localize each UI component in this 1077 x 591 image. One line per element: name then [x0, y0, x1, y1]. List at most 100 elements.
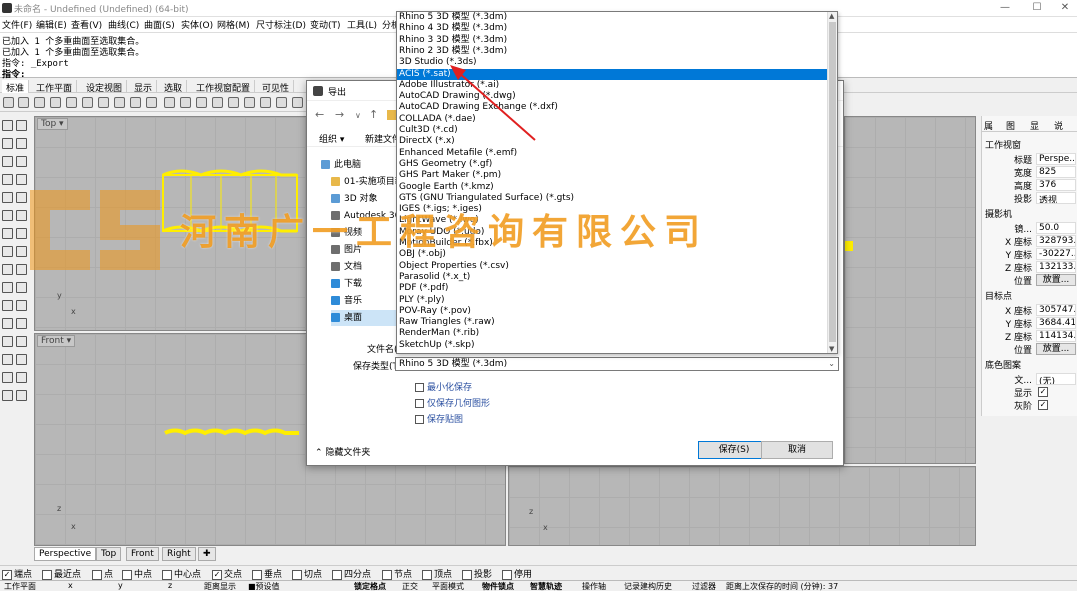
tab-help[interactable]: 说 [1054, 119, 1063, 132]
status-item[interactable]: 正交 [402, 581, 418, 591]
target-place-button[interactable]: 放置... [1036, 343, 1076, 355]
tab-select[interactable]: 选取 [160, 80, 188, 94]
wallpaper-show-checkbox[interactable]: ✓ [1038, 387, 1048, 397]
up-arrow-icon[interactable]: ↑ [369, 108, 378, 121]
checkbox[interactable] [382, 569, 392, 580]
zoom-selected-icon[interactable] [228, 97, 239, 108]
menu-mesh[interactable]: 网格(M) [217, 18, 250, 31]
cut-icon[interactable] [82, 97, 93, 108]
menu-file[interactable]: 文件(F) [2, 18, 32, 31]
osnap-item[interactable]: 停用 [502, 567, 532, 580]
line-icon[interactable] [2, 138, 13, 149]
zoom-extents-icon[interactable] [212, 97, 223, 108]
checkbox[interactable] [415, 415, 424, 424]
geometry-only-option[interactable]: 仅保存几何图形 [415, 396, 490, 409]
rotate-view-icon[interactable] [164, 97, 175, 108]
dropdown-option[interactable]: POV-Ray (*.pov) [397, 306, 827, 317]
nav-item[interactable]: 桌面 [331, 310, 396, 326]
wallpaper-gray-checkbox[interactable]: ✓ [1038, 400, 1048, 410]
width-field[interactable]: 825 [1036, 166, 1076, 178]
dimension-icon[interactable] [16, 336, 27, 347]
add-viewport-tab[interactable]: ✚ [198, 547, 216, 561]
filetype-select[interactable]: Rhino 5 3D 模型 (*.3dm) ⌄ [395, 357, 839, 371]
nav-item[interactable]: 下载 [331, 276, 396, 292]
new-icon[interactable] [3, 97, 14, 108]
surface-icon[interactable] [2, 210, 13, 221]
checkbox[interactable] [422, 569, 432, 580]
scroll-down-icon[interactable]: ▼ [829, 345, 834, 353]
osnap-item[interactable]: 投影 [462, 567, 492, 580]
target-y-field[interactable]: 3684.416 [1036, 317, 1076, 329]
status-item[interactable]: 物件锁点 [482, 581, 514, 591]
osnap-item[interactable]: 节点 [382, 567, 412, 580]
grid-icon[interactable] [260, 97, 271, 108]
move-icon[interactable] [2, 264, 13, 275]
menu-surface[interactable]: 曲面(S) [144, 18, 175, 31]
status-item[interactable]: 过滤器 [692, 581, 716, 591]
menu-view[interactable]: 查看(V) [71, 18, 102, 31]
circle-icon[interactable] [2, 156, 13, 167]
scrollbar-thumb[interactable] [829, 22, 836, 342]
box-icon[interactable] [2, 228, 13, 239]
pan-icon[interactable] [146, 97, 157, 108]
mesh-icon[interactable] [2, 246, 13, 257]
menu-dimension[interactable]: 尺寸标注(D) [256, 18, 306, 31]
camera-z-field[interactable]: 132133... [1036, 261, 1076, 273]
menu-edit[interactable]: 编辑(E) [36, 18, 67, 31]
minimize-save-option[interactable]: 最小化保存 [415, 380, 472, 393]
dropdown-option[interactable]: Rhino 4 3D 模型 (*.3dm) [397, 23, 827, 34]
tab-set-view[interactable]: 设定视图 [82, 80, 128, 94]
tab-display[interactable]: 显示 [130, 80, 158, 94]
text-icon[interactable] [2, 336, 13, 347]
select-icon[interactable] [2, 120, 13, 131]
title-field[interactable]: Perspe... [1036, 153, 1076, 165]
osnap-item[interactable]: ✓ 交点 [212, 567, 242, 580]
checkbox[interactable] [162, 569, 172, 580]
tab-standard[interactable]: 标准 [2, 80, 30, 94]
nav-item[interactable]: 01-实施项目新 [331, 174, 396, 190]
checkbox[interactable]: ✓ [212, 569, 222, 580]
viewport-right[interactable] [844, 116, 976, 464]
status-item[interactable]: 平面模式 [432, 581, 464, 591]
dropdown-option[interactable]: PLY (*.ply) [397, 295, 827, 306]
checkbox[interactable] [42, 569, 52, 580]
open-icon[interactable] [18, 97, 29, 108]
dropdown-option[interactable]: Rhino 3 3D 模型 (*.3dm) [397, 35, 827, 46]
checkbox[interactable] [292, 569, 302, 580]
status-item[interactable]: 锁定格点 [354, 581, 386, 591]
osnap-item[interactable]: 垂点 [252, 567, 282, 580]
projection-select[interactable]: 透视 [1036, 192, 1076, 204]
tab-visibility[interactable]: 可见性 [258, 80, 295, 94]
dropdown-option[interactable]: PDF (*.pdf) [397, 283, 827, 294]
save-button[interactable]: 保存(S) [698, 441, 770, 459]
polyline-icon[interactable] [16, 138, 27, 149]
status-item[interactable]: 记录建构历史 [624, 581, 672, 591]
checkbox[interactable] [415, 399, 424, 408]
nav-item[interactable]: 文档 [331, 259, 396, 275]
tab-perspective[interactable]: Perspective [34, 547, 97, 561]
layer-icon[interactable] [16, 354, 27, 365]
checkbox[interactable] [252, 569, 262, 580]
status-item[interactable]: 操作轴 [582, 581, 606, 591]
minimize-button[interactable]: — [990, 0, 1020, 17]
command-prompt[interactable]: 指令: [2, 67, 25, 80]
status-item[interactable]: 智慧轨迹 [530, 581, 562, 591]
split-icon[interactable] [16, 318, 27, 329]
tab-display[interactable]: 显 [1030, 119, 1039, 132]
dropdown-option[interactable]: Parasolid (*.x_t) [397, 272, 827, 283]
trim-icon[interactable] [2, 318, 13, 329]
menu-tools[interactable]: 工具(L) [347, 18, 377, 31]
dropdown-option[interactable]: Google Earth (*.kmz) [397, 182, 827, 193]
checkbox[interactable] [462, 569, 472, 580]
nav-item[interactable]: 音乐 [331, 293, 396, 309]
paste-icon[interactable] [114, 97, 125, 108]
import-icon[interactable] [66, 97, 77, 108]
tab-right[interactable]: Right [162, 547, 196, 561]
save-icon[interactable] [34, 97, 45, 108]
zoom-icon[interactable] [180, 97, 191, 108]
dropdown-option[interactable]: SketchUp (*.skp) [397, 340, 827, 351]
group-icon[interactable] [2, 390, 13, 401]
dropdown-option[interactable]: RenderMan (*.rib) [397, 328, 827, 339]
checkbox[interactable] [332, 569, 342, 580]
undo-view-icon[interactable] [244, 97, 255, 108]
